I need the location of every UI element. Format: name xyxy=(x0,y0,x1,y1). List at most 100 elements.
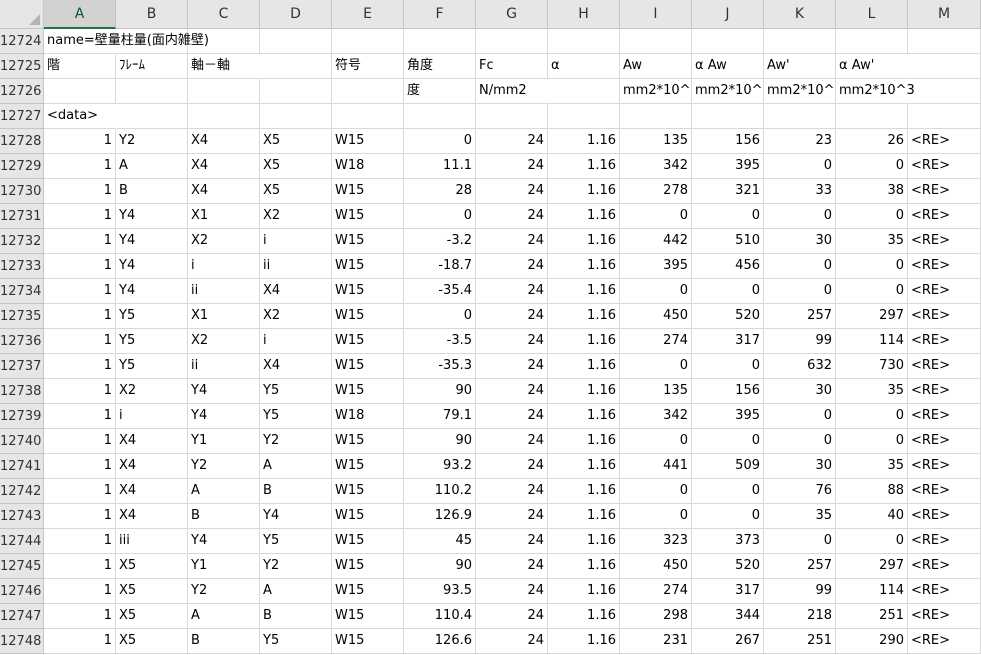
cell-b12737[interactable]: Y5 xyxy=(116,354,188,379)
cell-g12734[interactable]: 24 xyxy=(476,279,548,304)
cell-b12728[interactable]: Y2 xyxy=(116,129,188,154)
cell-b12743[interactable]: X4 xyxy=(116,504,188,529)
cell-b12742[interactable]: X4 xyxy=(116,479,188,504)
cell-b12726[interactable] xyxy=(116,79,188,104)
cell-e12741[interactable]: W15 xyxy=(332,454,404,479)
cell-k12748[interactable]: 251 xyxy=(764,629,836,654)
cell-h12745[interactable]: 1.16 xyxy=(548,554,620,579)
cell-c12747[interactable]: A xyxy=(188,604,260,629)
row-header[interactable]: 12741 xyxy=(0,454,44,479)
cell-j12724[interactable] xyxy=(692,29,764,54)
cell-f12725[interactable]: 角度 xyxy=(404,54,476,79)
cell-e12731[interactable]: W15 xyxy=(332,204,404,229)
cell-g12727[interactable] xyxy=(476,104,548,129)
row-header[interactable]: 12732 xyxy=(0,229,44,254)
cell-m12737[interactable]: <RE> xyxy=(908,354,981,379)
cell-h12726[interactable] xyxy=(548,79,620,104)
cell-k12742[interactable]: 76 xyxy=(764,479,836,504)
row-header[interactable]: 12737 xyxy=(0,354,44,379)
cell-g12724[interactable] xyxy=(476,29,548,54)
row-header[interactable]: 12735 xyxy=(0,304,44,329)
cell-k12727[interactable] xyxy=(764,104,836,129)
cell-e12729[interactable]: W18 xyxy=(332,154,404,179)
cell-h12747[interactable]: 1.16 xyxy=(548,604,620,629)
cell-a12727[interactable]: <data> xyxy=(44,104,116,129)
cell-g12740[interactable]: 24 xyxy=(476,429,548,454)
cell-j12748[interactable]: 267 xyxy=(692,629,764,654)
cell-m12748[interactable]: <RE> xyxy=(908,629,981,654)
cell-h12746[interactable]: 1.16 xyxy=(548,579,620,604)
cell-h12740[interactable]: 1.16 xyxy=(548,429,620,454)
cell-d12740[interactable]: Y2 xyxy=(260,429,332,454)
cell-l12743[interactable]: 40 xyxy=(836,504,908,529)
cell-e12748[interactable]: W15 xyxy=(332,629,404,654)
cell-h12731[interactable]: 1.16 xyxy=(548,204,620,229)
cell-d12731[interactable]: X2 xyxy=(260,204,332,229)
cell-g12732[interactable]: 24 xyxy=(476,229,548,254)
cell-e12725[interactable]: 符号 xyxy=(332,54,404,79)
column-header-l[interactable]: L xyxy=(836,0,908,29)
column-header-c[interactable]: C xyxy=(188,0,260,29)
cell-c12748[interactable]: B xyxy=(188,629,260,654)
cell-f12743[interactable]: 126.9 xyxy=(404,504,476,529)
cell-i12747[interactable]: 298 xyxy=(620,604,692,629)
cell-a12730[interactable]: 1 xyxy=(44,179,116,204)
cell-e12738[interactable]: W15 xyxy=(332,379,404,404)
cell-j12728[interactable]: 156 xyxy=(692,129,764,154)
cell-i12732[interactable]: 442 xyxy=(620,229,692,254)
cell-i12727[interactable] xyxy=(620,104,692,129)
cell-g12733[interactable]: 24 xyxy=(476,254,548,279)
cell-a12734[interactable]: 1 xyxy=(44,279,116,304)
cell-i12728[interactable]: 135 xyxy=(620,129,692,154)
cell-c12736[interactable]: X2 xyxy=(188,329,260,354)
cell-d12737[interactable]: X4 xyxy=(260,354,332,379)
cell-f12735[interactable]: 0 xyxy=(404,304,476,329)
cell-d12727[interactable] xyxy=(260,104,332,129)
cell-b12748[interactable]: X5 xyxy=(116,629,188,654)
cell-e12739[interactable]: W18 xyxy=(332,404,404,429)
cell-d12724[interactable] xyxy=(260,29,332,54)
cell-f12730[interactable]: 28 xyxy=(404,179,476,204)
cell-i12730[interactable]: 278 xyxy=(620,179,692,204)
cell-e12746[interactable]: W15 xyxy=(332,579,404,604)
cell-e12727[interactable] xyxy=(332,104,404,129)
row-header[interactable]: 12744 xyxy=(0,529,44,554)
column-header-g[interactable]: G xyxy=(476,0,548,29)
cell-l12725[interactable]: α Aw' xyxy=(836,54,908,79)
cell-b12744[interactable]: iii xyxy=(116,529,188,554)
cell-k12740[interactable]: 0 xyxy=(764,429,836,454)
cell-k12728[interactable]: 23 xyxy=(764,129,836,154)
cell-m12743[interactable]: <RE> xyxy=(908,504,981,529)
cell-j12745[interactable]: 520 xyxy=(692,554,764,579)
cell-f12739[interactable]: 79.1 xyxy=(404,404,476,429)
cell-j12743[interactable]: 0 xyxy=(692,504,764,529)
cell-j12738[interactable]: 156 xyxy=(692,379,764,404)
cell-c12726[interactable] xyxy=(188,79,260,104)
cell-g12742[interactable]: 24 xyxy=(476,479,548,504)
cell-a12735[interactable]: 1 xyxy=(44,304,116,329)
cell-b12735[interactable]: Y5 xyxy=(116,304,188,329)
cell-a12740[interactable]: 1 xyxy=(44,429,116,454)
cell-c12728[interactable]: X4 xyxy=(188,129,260,154)
cell-k12739[interactable]: 0 xyxy=(764,404,836,429)
column-header-i[interactable]: I xyxy=(620,0,692,29)
row-header[interactable]: 12748 xyxy=(0,629,44,654)
cell-k12747[interactable]: 218 xyxy=(764,604,836,629)
cell-h12730[interactable]: 1.16 xyxy=(548,179,620,204)
cell-c12727[interactable] xyxy=(188,104,260,129)
cell-k12735[interactable]: 257 xyxy=(764,304,836,329)
cell-l12737[interactable]: 730 xyxy=(836,354,908,379)
cell-d12726[interactable] xyxy=(260,79,332,104)
cell-e12726[interactable] xyxy=(332,79,404,104)
cell-i12729[interactable]: 342 xyxy=(620,154,692,179)
cell-j12725[interactable]: α Aw xyxy=(692,54,764,79)
cell-f12734[interactable]: -35.4 xyxy=(404,279,476,304)
row-header[interactable]: 12740 xyxy=(0,429,44,454)
cell-f12737[interactable]: -35.3 xyxy=(404,354,476,379)
cell-b12734[interactable]: Y4 xyxy=(116,279,188,304)
cell-j12732[interactable]: 510 xyxy=(692,229,764,254)
cell-g12735[interactable]: 24 xyxy=(476,304,548,329)
cell-k12729[interactable]: 0 xyxy=(764,154,836,179)
cell-d12735[interactable]: X2 xyxy=(260,304,332,329)
cell-b12732[interactable]: Y4 xyxy=(116,229,188,254)
